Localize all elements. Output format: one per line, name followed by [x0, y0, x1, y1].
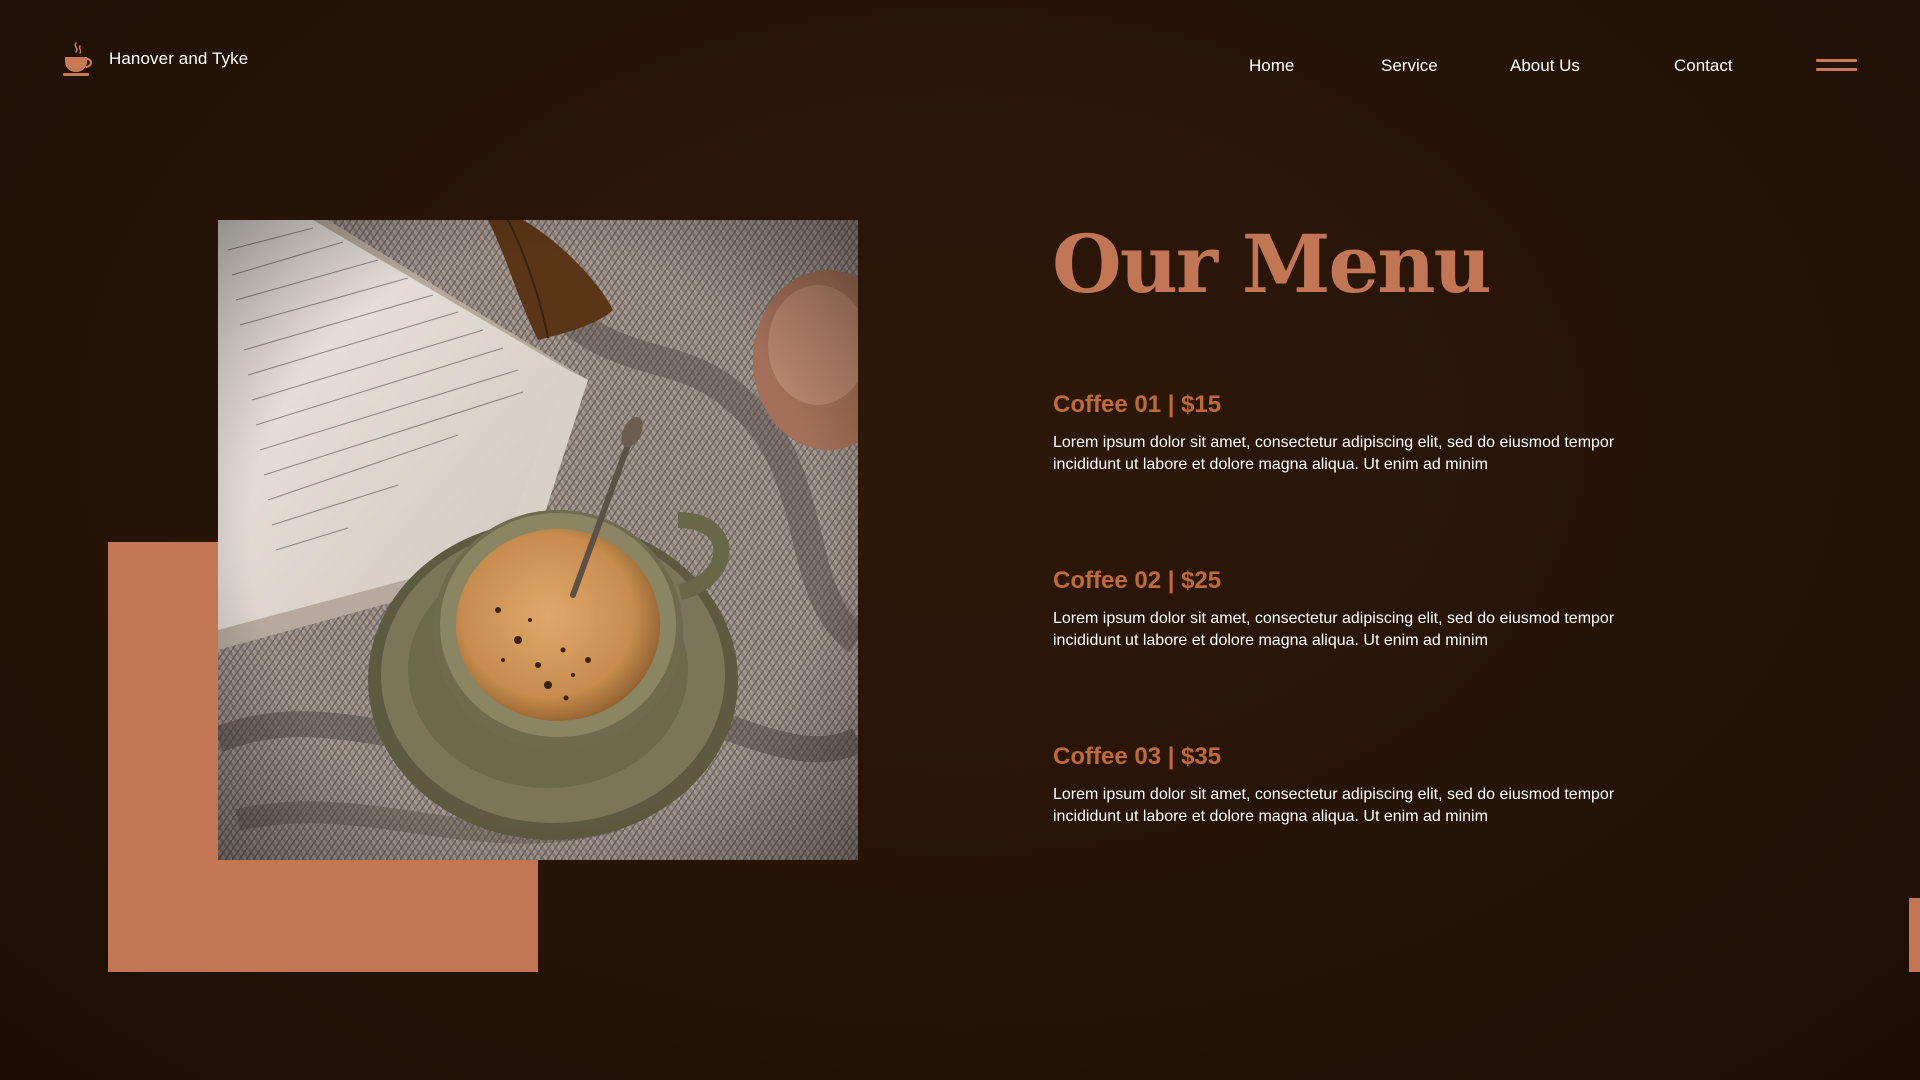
- menu-item: Coffee 02 | $25 Lorem ipsum dolor sit am…: [1053, 566, 1673, 652]
- page-title: Our Menu: [1052, 217, 1492, 311]
- coffee-photo-illustration: [218, 220, 858, 860]
- nav-service-link[interactable]: Service: [1381, 56, 1438, 76]
- menu-item-name: Coffee 03 | $35: [1053, 743, 1222, 770]
- menu-item-description: Lorem ipsum dolor sit amet, consectetur …: [1053, 434, 1615, 473]
- hamburger-line: [1816, 59, 1857, 62]
- menu-item-description: Lorem ipsum dolor sit amet, consectetur …: [1053, 610, 1615, 649]
- site-header: Hanover and Tyke Home Service About Us C…: [0, 0, 1920, 132]
- menu-item-description: Lorem ipsum dolor sit amet, consectetur …: [1053, 786, 1615, 825]
- hamburger-line: [1816, 68, 1857, 71]
- menu-item: Coffee 01 | $15 Lorem ipsum dolor sit am…: [1053, 390, 1673, 476]
- brand-name: Hanover and Tyke: [109, 49, 249, 68]
- nav-home-link[interactable]: Home: [1249, 56, 1294, 76]
- nav-about-link[interactable]: About Us: [1510, 56, 1580, 76]
- side-scroll-tab[interactable]: [1909, 898, 1920, 972]
- coffee-cup-icon: [63, 42, 93, 76]
- menu-item: Coffee 03 | $35 Lorem ipsum dolor sit am…: [1053, 742, 1673, 828]
- brand[interactable]: Hanover and Tyke: [62, 40, 248, 78]
- hamburger-menu-icon[interactable]: [1814, 57, 1858, 75]
- hero-photo: [218, 220, 858, 860]
- menu-item-name: Coffee 02 | $25: [1053, 567, 1222, 594]
- nav-contact-link[interactable]: Contact: [1674, 56, 1733, 76]
- menu-item-name: Coffee 01 | $15: [1053, 391, 1222, 418]
